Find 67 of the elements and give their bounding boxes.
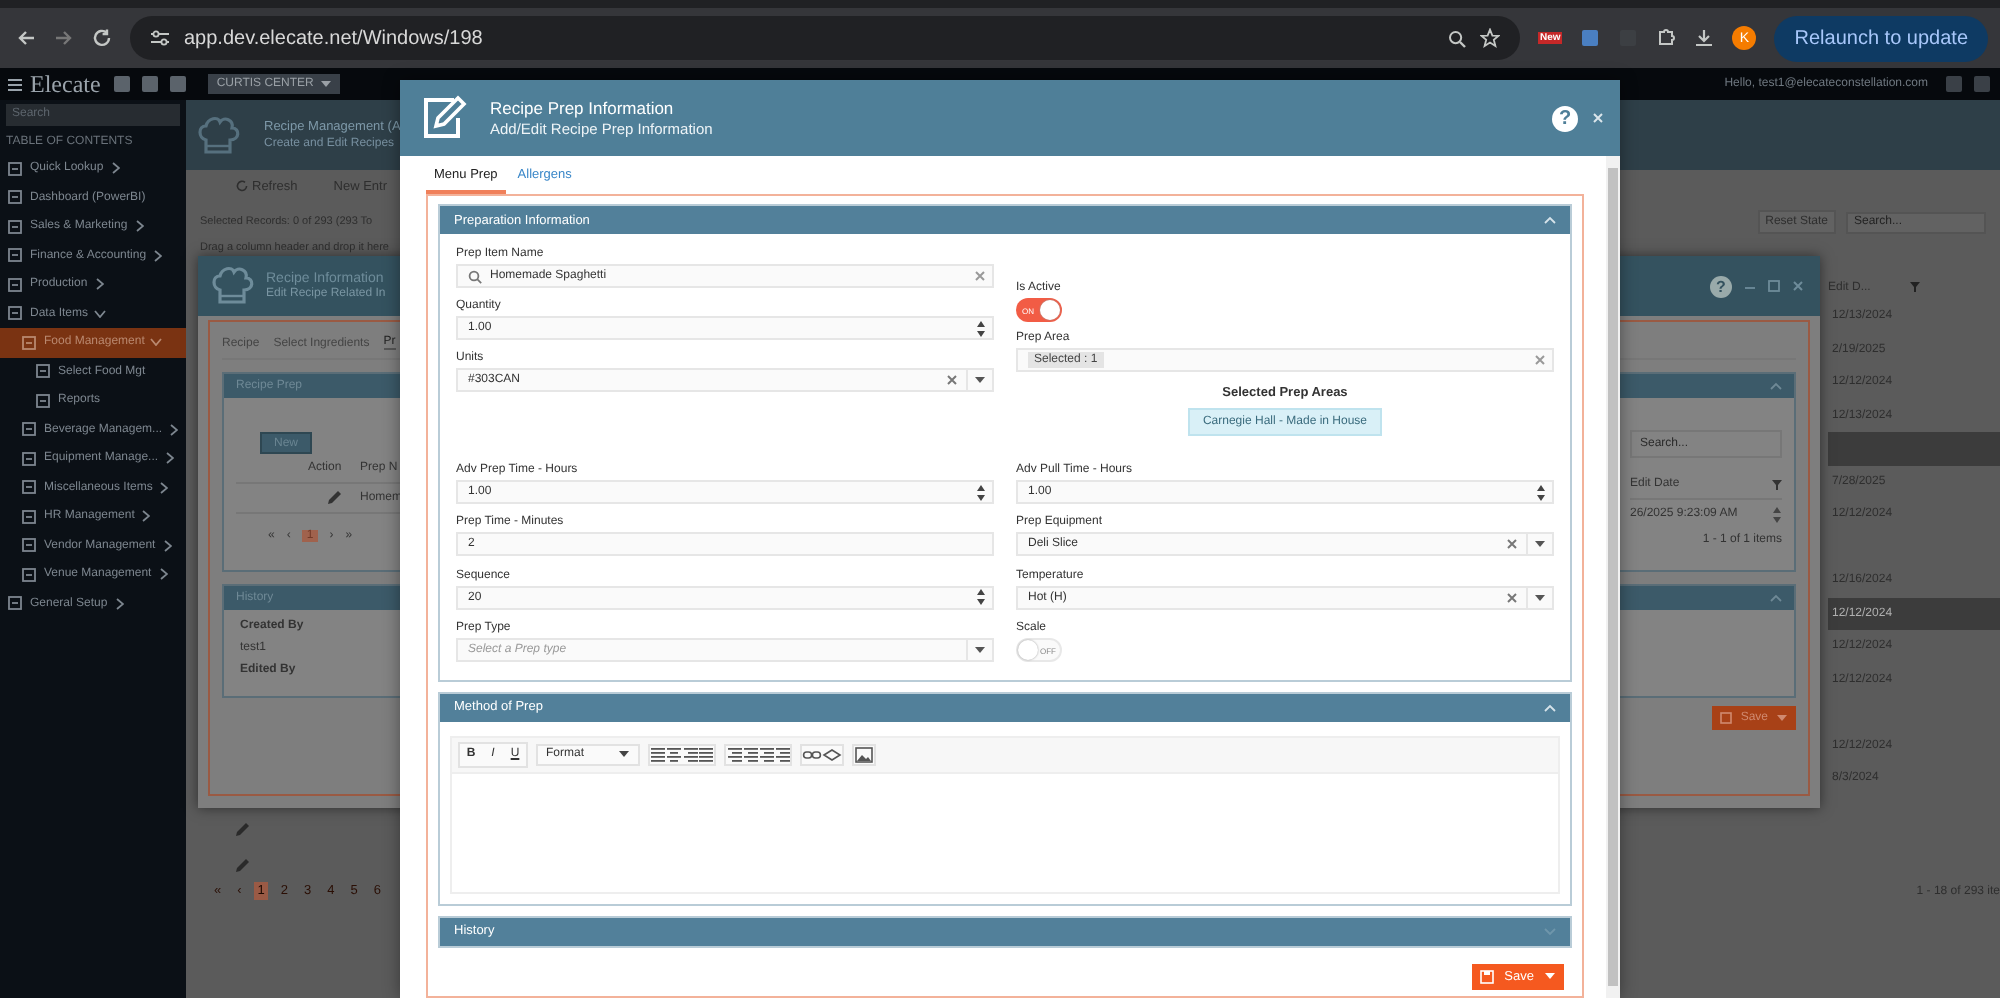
toolbar-icon[interactable] (168, 74, 189, 94)
puzzle-icon[interactable] (1656, 28, 1677, 48)
chevron-icon[interactable] (163, 539, 172, 552)
toolbar-icon[interactable] (1580, 28, 1601, 48)
outdent-icon[interactable] (774, 745, 790, 764)
align-left-icon[interactable] (650, 745, 666, 764)
caret-icon[interactable] (1534, 593, 1546, 602)
clear-icon[interactable] (974, 270, 986, 282)
floppy-icon (1480, 969, 1495, 984)
pencil-icon[interactable] (326, 490, 342, 506)
address-bar[interactable]: app.dev.elecate.net/Windows/198 (130, 16, 1520, 60)
indent-icon[interactable] (758, 745, 774, 764)
floppy-icon (1720, 712, 1733, 724)
chevron-icon[interactable] (159, 568, 168, 581)
chevron-icon[interactable] (170, 423, 179, 436)
spinner-icon[interactable] (976, 588, 986, 607)
toolbar-icon[interactable] (140, 74, 161, 94)
help-button[interactable]: ? (1710, 275, 1732, 297)
chevron-icon[interactable] (95, 278, 104, 291)
chef-hat-icon (210, 266, 254, 306)
link-icon[interactable] (802, 745, 822, 764)
help-button[interactable]: ? (1552, 105, 1578, 131)
bullet-list-icon[interactable] (726, 745, 742, 764)
chevron-icon[interactable] (115, 597, 124, 610)
app-logo[interactable]: Elecate (30, 69, 101, 99)
toolbar-icon[interactable] (112, 74, 133, 94)
scrollbar[interactable] (1606, 156, 1620, 998)
search-icon (468, 269, 482, 283)
clear-icon[interactable] (1506, 538, 1518, 551)
image-icon[interactable] (854, 745, 874, 764)
spinner-icon[interactable] (976, 483, 986, 501)
chevron-icon[interactable] (111, 162, 120, 175)
caret-icon[interactable] (974, 376, 986, 384)
site-settings-icon[interactable] (150, 30, 170, 46)
refresh-icon (236, 180, 248, 192)
clear-icon[interactable] (1534, 354, 1546, 366)
spinner-icon[interactable] (976, 319, 986, 337)
relaunch-button[interactable]: Relaunch to update (1774, 15, 1988, 61)
filter-icon[interactable] (1772, 479, 1782, 489)
forward-icon[interactable] (54, 28, 74, 48)
menu-icon[interactable] (8, 77, 22, 91)
clear-icon[interactable] (946, 374, 958, 386)
spinner-icon[interactable] (1536, 483, 1546, 501)
back-icon[interactable] (16, 28, 36, 48)
chevron-icon[interactable] (166, 452, 175, 465)
chevron-icon[interactable] (160, 481, 169, 494)
chevron-icon[interactable] (94, 309, 107, 318)
chevron-icon[interactable] (150, 338, 163, 347)
align-center-icon[interactable] (666, 745, 682, 764)
caret-icon[interactable] (974, 646, 986, 655)
zoom-icon[interactable] (1447, 29, 1466, 47)
align-justify-icon[interactable] (698, 745, 714, 764)
caret-icon[interactable] (618, 750, 630, 759)
align-right-icon[interactable] (682, 745, 698, 764)
chevron-icon[interactable] (135, 220, 144, 233)
caret-icon[interactable] (1534, 540, 1546, 549)
download-icon[interactable] (1694, 28, 1715, 48)
caret-icon[interactable] (319, 80, 332, 88)
numbered-list-icon[interactable] (742, 745, 758, 764)
chef-hat-icon (196, 115, 240, 155)
edit-icon (420, 94, 468, 142)
star-icon[interactable] (1479, 28, 1500, 48)
clear-icon[interactable] (1506, 591, 1518, 604)
dialog-title: Recipe Prep Information (490, 98, 676, 118)
reload-icon[interactable] (92, 28, 112, 48)
chevron-icon[interactable] (154, 249, 163, 262)
chevron-icon[interactable] (142, 510, 151, 523)
